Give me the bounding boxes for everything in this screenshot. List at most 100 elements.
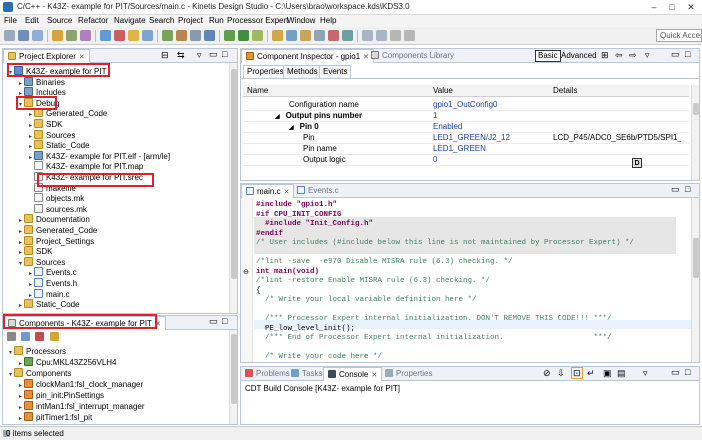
code-line[interactable]: /*** Processor Expert internal initializ… bbox=[256, 315, 612, 324]
maximize-view-icon[interactable]: □ bbox=[685, 184, 690, 194]
editor-scrollbar[interactable] bbox=[691, 198, 699, 362]
forward-icon[interactable] bbox=[404, 30, 415, 41]
code-line[interactable]: /*lint -restore Enable MISRA rule (6.3) … bbox=[256, 277, 490, 286]
menu-processor-expert[interactable]: Processor Expert bbox=[227, 16, 288, 25]
tree-item[interactable]: ▸ pitTimer1:fsl_pit bbox=[17, 412, 92, 423]
tree-item[interactable]: ▸ SDK bbox=[27, 119, 62, 130]
tab-project-explorer[interactable]: Project Explorer ✕ bbox=[3, 49, 90, 63]
search-icon[interactable] bbox=[100, 30, 111, 41]
new-class-icon[interactable] bbox=[162, 30, 173, 41]
view-menu-icon[interactable]: ▿ bbox=[197, 50, 202, 61]
tree-item[interactable]: ▸ SDK bbox=[17, 246, 52, 257]
next-annotation-icon[interactable] bbox=[362, 30, 373, 41]
open-console-icon[interactable]: ▤ bbox=[617, 368, 626, 379]
minimize-view-icon[interactable]: ▭ bbox=[209, 49, 218, 60]
tab-properties[interactable]: Properties bbox=[381, 367, 436, 381]
prev-annotation-icon[interactable] bbox=[376, 30, 387, 41]
tab-component-inspector[interactable]: Component Inspector - gpio1 ✕ bbox=[241, 49, 375, 63]
close-icon[interactable]: ✕ bbox=[371, 372, 377, 379]
add-component-icon[interactable] bbox=[21, 332, 31, 341]
property-name[interactable]: Configuration name bbox=[289, 99, 427, 110]
save-icon[interactable] bbox=[18, 30, 29, 41]
tree-item[interactable]: ▸ Generated_Code bbox=[27, 108, 107, 119]
component-icon[interactable] bbox=[142, 30, 153, 41]
tab-tasks[interactable]: Tasks bbox=[287, 367, 326, 381]
bookmark-icon[interactable] bbox=[272, 30, 283, 41]
view-menu-icon[interactable]: ▿ bbox=[643, 368, 648, 379]
processor-expert-icon[interactable] bbox=[114, 30, 125, 41]
close-icon[interactable]: ✕ bbox=[284, 189, 290, 196]
property-value[interactable]: LED1_GREEN bbox=[433, 143, 549, 154]
column-details[interactable]: Details bbox=[553, 85, 577, 97]
close-icon[interactable]: ✕ bbox=[79, 54, 85, 61]
tree-item[interactable]: ▾ Processors bbox=[7, 346, 66, 357]
code-line[interactable]: #include "gpio1.h" bbox=[256, 201, 337, 210]
code-line[interactable]: { bbox=[256, 287, 261, 296]
property-name[interactable]: Output logic bbox=[303, 154, 427, 165]
property-value[interactable]: gpio1_OutConfig0 bbox=[433, 99, 549, 110]
run-icon[interactable] bbox=[238, 30, 249, 41]
tree-item[interactable]: ▾ Sources bbox=[17, 256, 65, 268]
tree-item[interactable]: K43Z- example for PIT.map bbox=[27, 161, 143, 172]
inspector-scrollbar[interactable] bbox=[691, 85, 699, 180]
menu-source[interactable]: Source bbox=[47, 16, 72, 25]
expanded-arrow-icon[interactable]: ◢ bbox=[275, 114, 280, 120]
column-value[interactable]: Value bbox=[433, 85, 453, 97]
tree-item[interactable]: ▸ intMan1:fsl_interrupt_manager bbox=[17, 401, 145, 412]
code-line[interactable]: /*** End of Processor Expert internal in… bbox=[256, 334, 612, 343]
tree-item[interactable]: sources.mk bbox=[27, 203, 87, 215]
scroll-lock-icon[interactable]: ⇩ bbox=[557, 368, 565, 379]
expanded-arrow-icon[interactable]: ▾ bbox=[7, 348, 14, 359]
remove-component-icon[interactable] bbox=[35, 332, 45, 341]
tree-item[interactable]: ▸ Cpu:MKL43Z256VLH4 bbox=[17, 357, 117, 368]
open-type-icon[interactable] bbox=[204, 30, 215, 41]
task-icon[interactable] bbox=[286, 30, 297, 41]
property-name[interactable]: Pin name bbox=[303, 143, 427, 154]
word-wrap-icon[interactable]: ↵ bbox=[587, 368, 595, 379]
code-line[interactable]: int main(void) bbox=[256, 268, 319, 277]
save-all-icon[interactable] bbox=[32, 30, 43, 41]
menu-refactor[interactable]: Refactor bbox=[78, 16, 108, 25]
tab-problems[interactable]: Problems bbox=[241, 367, 294, 381]
code-line[interactable]: #if CPU_INIT_CONFIG bbox=[256, 211, 342, 220]
tree-item[interactable]: ▸ Sources bbox=[27, 129, 75, 141]
code-line[interactable]: /* Write your code here */ bbox=[256, 353, 382, 362]
code-line[interactable]: /* Write your local variable definition … bbox=[256, 296, 477, 305]
maximize-view-icon[interactable]: □ bbox=[685, 49, 690, 59]
tree-item[interactable]: ▸ Documentation bbox=[17, 214, 90, 225]
tree-item[interactable]: ▸ main.c bbox=[27, 288, 70, 300]
expand-icon[interactable]: ⊞ bbox=[601, 50, 609, 61]
display-console-icon[interactable]: ▣ bbox=[603, 368, 612, 379]
new-file-icon[interactable] bbox=[190, 30, 201, 41]
minimize-view-icon[interactable]: ▭ bbox=[671, 49, 680, 60]
flash-icon[interactable] bbox=[328, 30, 339, 41]
collapsed-arrow-icon[interactable]: ▸ bbox=[17, 414, 24, 425]
collapse-all-icon[interactable]: ⊟ bbox=[161, 50, 169, 61]
view-menu-icon[interactable]: ▿ bbox=[645, 50, 650, 61]
code-line[interactable]: /*lint -save -e970 Disable MISRA rule (6… bbox=[256, 258, 513, 267]
subtab-properties[interactable]: Properties bbox=[243, 65, 288, 78]
menu-window[interactable]: Window bbox=[287, 16, 315, 25]
filter-icon[interactable] bbox=[7, 332, 16, 341]
scrollbar-thumb[interactable] bbox=[693, 103, 699, 115]
code-line[interactable]: /* User includes (#include below this li… bbox=[256, 239, 634, 248]
tree-item[interactable]: ▸ pin_init:PinSettings bbox=[17, 390, 104, 401]
menu-search[interactable]: Search bbox=[149, 16, 174, 25]
generate-icon[interactable] bbox=[49, 332, 59, 341]
tree-item[interactable]: ▸ K43Z- example for PIT.elf - [arm/le] bbox=[27, 150, 170, 162]
menu-help[interactable]: Help bbox=[320, 16, 336, 25]
close-window-button[interactable]: ✕ bbox=[682, 1, 700, 13]
menu-file[interactable]: File bbox=[4, 16, 17, 25]
maximize-view-icon[interactable]: □ bbox=[685, 367, 690, 377]
clear-console-icon[interactable]: ⊘ bbox=[543, 368, 551, 379]
external-tools-icon[interactable] bbox=[252, 30, 263, 41]
tree-item[interactable]: ▸ Events.c bbox=[27, 267, 77, 278]
generate-code-icon[interactable] bbox=[128, 30, 139, 41]
minimize-view-icon[interactable]: ▭ bbox=[671, 367, 680, 378]
tree-item[interactable]: objects.mk bbox=[27, 193, 84, 204]
back-icon[interactable] bbox=[390, 30, 401, 41]
build-icon[interactable] bbox=[52, 30, 63, 41]
subtab-methods[interactable]: Methods bbox=[283, 65, 322, 78]
quick-access-input[interactable]: Quick Access bbox=[656, 29, 702, 42]
debug-icon[interactable] bbox=[224, 30, 235, 41]
